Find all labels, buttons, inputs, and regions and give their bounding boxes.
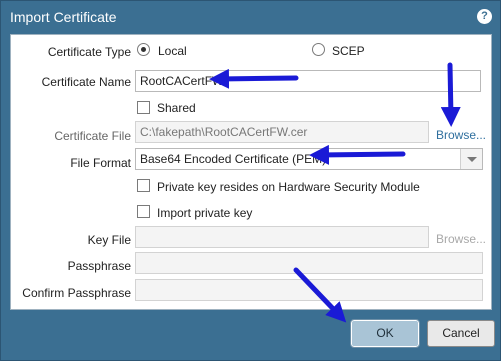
shared-label: Shared xyxy=(157,101,196,115)
file-format-select[interactable]: Base64 Encoded Certificate (PEM) xyxy=(135,148,483,170)
file-format-label: File Format xyxy=(70,156,131,170)
private-key-hsm-label: Private key resides on Hardware Security… xyxy=(157,180,420,194)
import-private-key-checkbox[interactable] xyxy=(137,205,150,218)
help-icon[interactable]: ? xyxy=(477,9,492,24)
certificate-file-label: Certificate File xyxy=(54,129,131,143)
cancel-button[interactable]: Cancel xyxy=(427,320,495,347)
chevron-down-icon[interactable] xyxy=(460,149,482,169)
radio-local-label: Local xyxy=(158,44,187,58)
key-file-label: Key File xyxy=(87,233,131,247)
dialog-titlebar: Import Certificate ? xyxy=(1,1,500,33)
radio-local[interactable] xyxy=(137,43,150,56)
certificate-file-browse-link[interactable]: Browse... xyxy=(436,128,486,142)
radio-scep-label: SCEP xyxy=(332,44,365,58)
ok-button[interactable]: OK xyxy=(350,319,420,348)
dialog-title: Import Certificate xyxy=(10,9,117,25)
passphrase-input[interactable] xyxy=(135,252,483,274)
certificate-file-input[interactable]: C:\fakepath\RootCACertFW.cer xyxy=(135,121,429,143)
form-panel: Certificate Type Local SCEP Certificate … xyxy=(10,34,492,310)
passphrase-label: Passphrase xyxy=(67,259,131,273)
file-format-selected-value: Base64 Encoded Certificate (PEM) xyxy=(140,152,327,166)
key-file-browse-link[interactable]: Browse... xyxy=(436,232,486,246)
import-private-key-label: Import private key xyxy=(157,206,253,220)
certificate-type-label: Certificate Type xyxy=(47,45,131,59)
radio-scep[interactable] xyxy=(312,43,325,56)
key-file-input[interactable] xyxy=(135,226,429,248)
confirm-passphrase-label: Confirm Passphrase xyxy=(22,286,131,300)
confirm-passphrase-input[interactable] xyxy=(135,279,483,301)
certificate-name-label: Certificate Name xyxy=(41,75,131,89)
certificate-name-input[interactable]: RootCACertFW xyxy=(135,70,481,92)
import-certificate-dialog: Import Certificate ? Certificate Type Lo… xyxy=(0,0,501,361)
shared-checkbox[interactable] xyxy=(137,101,150,114)
private-key-hsm-checkbox[interactable] xyxy=(137,179,150,192)
